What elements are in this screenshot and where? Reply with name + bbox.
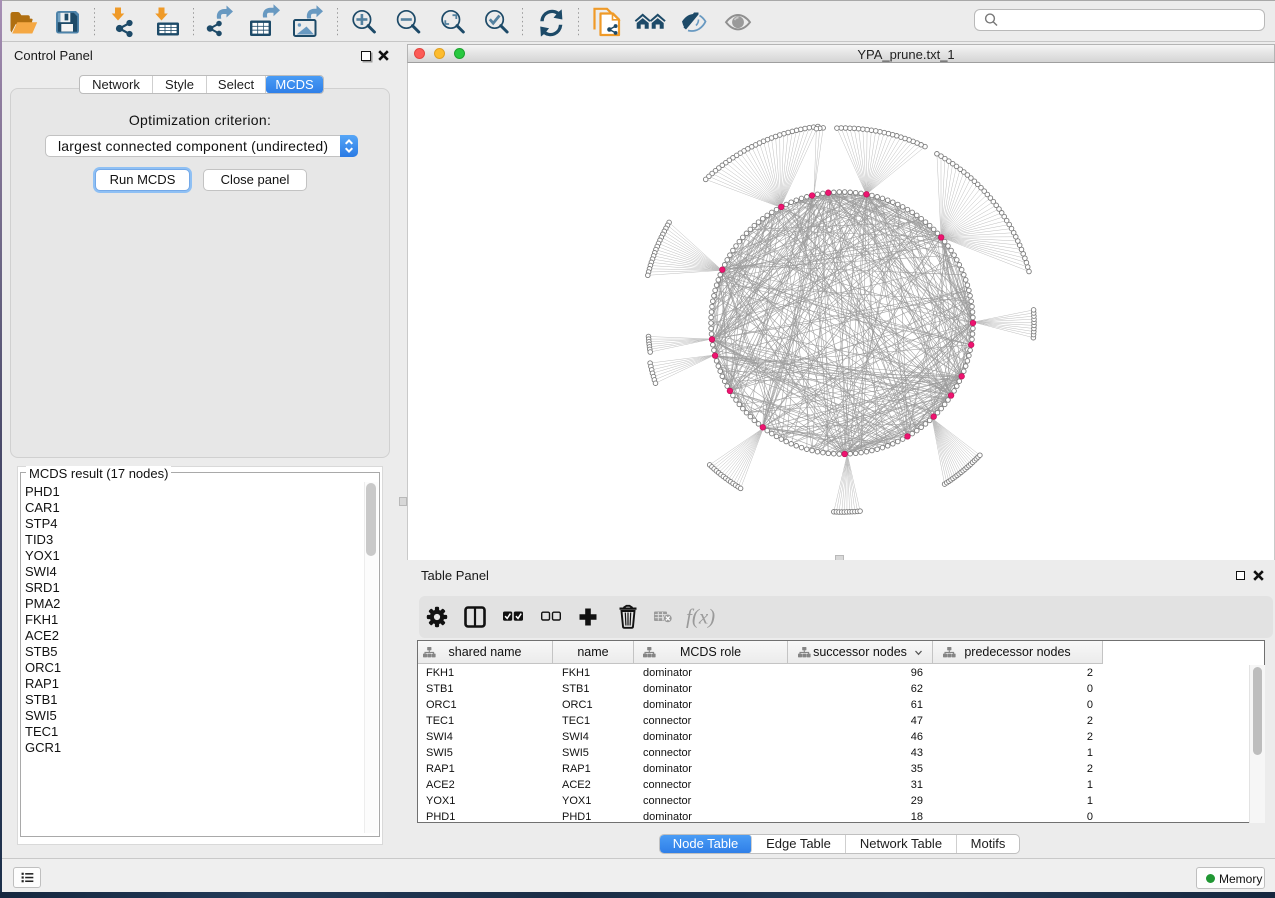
svg-text:f(x): f(x) bbox=[686, 605, 715, 629]
